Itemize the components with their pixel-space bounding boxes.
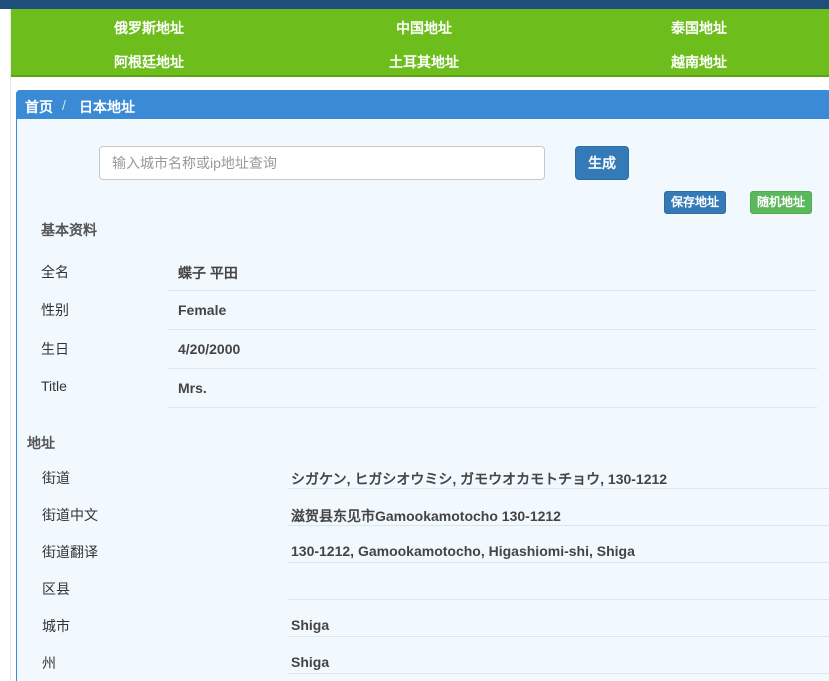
street-label: 街道 (42, 470, 70, 486)
state-label: 州 (42, 655, 56, 671)
breadcrumb-current: 日本地址 (79, 99, 135, 115)
city-label: 城市 (42, 618, 70, 634)
nav-item-turkey[interactable]: 土耳其地址 (324, 52, 524, 72)
nav-item-vietnam[interactable]: 越南地址 (599, 52, 799, 72)
left-gutter (0, 9, 11, 681)
birthday-value: 4/20/2000 (178, 341, 241, 357)
generate-button[interactable]: 生成 (575, 146, 629, 180)
row-divider (168, 407, 817, 408)
fullname-label: 全名 (41, 264, 69, 280)
basic-info-heading: 基本资料 (41, 222, 97, 238)
address-heading: 地址 (27, 435, 55, 451)
search-input[interactable] (99, 146, 545, 180)
street-translation-label: 街道翻译 (42, 544, 98, 560)
row-divider (288, 599, 829, 600)
row-divider (288, 525, 829, 526)
nav-item-thailand[interactable]: 泰国地址 (599, 18, 799, 38)
district-label: 区县 (42, 581, 70, 597)
address-panel: 首页 / 日本地址 生成 保存地址 随机地址 基本资料 全名 蝶子 平田 性别 … (16, 90, 829, 681)
save-address-button[interactable]: 保存地址 (664, 191, 726, 214)
title-value: Mrs. (178, 380, 207, 396)
nav-item-china[interactable]: 中国地址 (324, 18, 524, 38)
row-divider (288, 488, 829, 489)
row-divider (168, 368, 817, 369)
gender-value: Female (178, 302, 227, 318)
random-address-button[interactable]: 随机地址 (750, 191, 812, 214)
street-value: シガケン, ヒガシオウミシ, ガモウオカモトチョウ, 130-1212 (291, 471, 668, 487)
street-translation-value: 130-1212, Gamookamotocho, Higashiomi-shi… (291, 543, 635, 559)
row-divider (288, 673, 829, 674)
birthday-label: 生日 (41, 341, 69, 357)
street-chinese-label: 街道中文 (42, 507, 98, 523)
street-chinese-value: 滋贺县东见市Gamookamotocho 130-1212 (291, 508, 561, 524)
fullname-value: 蝶子 平田 (178, 265, 238, 281)
row-divider (288, 562, 829, 563)
row-divider (288, 636, 829, 637)
gender-label: 性别 (41, 302, 69, 318)
breadcrumb-separator: / (62, 97, 66, 113)
title-label: Title (41, 378, 67, 394)
row-divider (168, 290, 817, 291)
country-nav: 俄罗斯地址 中国地址 泰国地址 阿根廷地址 土耳其地址 越南地址 (11, 9, 829, 77)
nav-item-argentina[interactable]: 阿根廷地址 (49, 52, 249, 72)
state-value: Shiga (291, 654, 330, 670)
breadcrumb-home-link[interactable]: 首页 (25, 97, 53, 117)
city-value: Shiga (291, 617, 330, 633)
row-divider (168, 329, 817, 330)
top-strip (0, 0, 829, 9)
breadcrumb: 首页 / 日本地址 (17, 91, 829, 119)
nav-item-russia[interactable]: 俄罗斯地址 (49, 18, 249, 38)
